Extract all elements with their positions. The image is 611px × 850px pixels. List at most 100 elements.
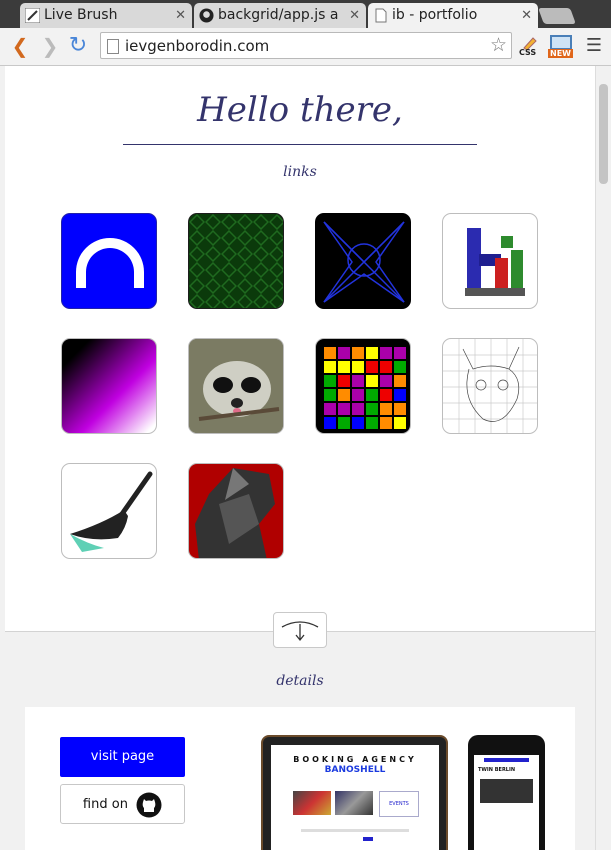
tile-color-grid[interactable]	[315, 338, 411, 434]
mock-image-1	[293, 791, 331, 815]
tab-close-icon[interactable]: ✕	[521, 3, 532, 28]
bookmark-star-icon[interactable]: ☆	[490, 34, 507, 56]
grid-cell	[324, 403, 336, 415]
phone-screen: TWIN BERLIN	[474, 755, 539, 850]
grid-cell	[324, 361, 336, 373]
grid-cell	[352, 403, 364, 415]
grid-cell	[394, 417, 406, 429]
tile-sketch-cat[interactable]	[442, 338, 538, 434]
reload-icon[interactable]: ↻	[66, 34, 90, 58]
tab-strip: Live Brush ✕ backgrid/app.js a ✕ ib - po…	[0, 0, 611, 28]
scrollbar-thumb[interactable]	[599, 84, 608, 184]
visit-page-button[interactable]: visit page	[60, 737, 185, 777]
mock-phone-text: TWIN BERLIN	[478, 767, 516, 773]
mock-phone-bar	[484, 758, 529, 762]
page-title: Hello there,	[197, 90, 403, 130]
tab-title: Live Brush	[44, 7, 118, 23]
grid-cell	[324, 417, 336, 429]
tile-star-lines[interactable]	[315, 213, 411, 309]
tab-close-icon[interactable]: ✕	[175, 3, 186, 28]
hi-3d-logo-icon	[465, 228, 525, 296]
links-heading: links	[283, 164, 317, 180]
forward-icon[interactable]: ❯	[38, 34, 62, 58]
grid-cell	[380, 347, 392, 359]
grid-cell	[352, 361, 364, 373]
new-tab-button[interactable]	[538, 8, 576, 24]
sketch-cat-icon	[443, 339, 537, 433]
poly-figure-icon	[195, 468, 275, 558]
grid-cell	[380, 375, 392, 387]
details-toggle-button[interactable]	[273, 612, 327, 648]
css-extension-button[interactable]: CSS	[518, 34, 540, 62]
address-bar[interactable]: ievgenborodin.com ☆	[100, 32, 512, 59]
tab-title: ib - portfolio	[392, 7, 478, 23]
tab-title: backgrid/app.js a	[218, 7, 339, 23]
tile-hi-3d[interactable]	[442, 213, 538, 309]
tile-live-brush[interactable]	[61, 463, 157, 559]
details-heading: details	[276, 673, 324, 689]
tab-portfolio[interactable]: ib - portfolio ✕	[368, 3, 538, 28]
raccoon-photo-icon	[189, 339, 283, 433]
laptop-screen: BOOKING AGENCY BANOSHELL EVENTS	[271, 745, 439, 850]
tile-raccoon[interactable]	[188, 338, 284, 434]
github-link-label: find on	[82, 797, 128, 812]
github-favicon-icon	[199, 8, 214, 23]
grid-cell	[366, 417, 378, 429]
tile-green-pattern[interactable]	[188, 213, 284, 309]
grid-cell	[380, 417, 392, 429]
grid-cell	[366, 347, 378, 359]
tile-half-circle[interactable]	[61, 213, 157, 309]
grid-cell	[394, 389, 406, 401]
browser-toolbar: ❮ ❯ ↻ ievgenborodin.com ☆ CSS NEW ☰	[0, 28, 611, 66]
tab-live-brush[interactable]: Live Brush ✕	[20, 3, 192, 28]
title-divider	[123, 144, 477, 145]
project-details-card: visit page find on BOOKING AGENCY BANOSH…	[25, 707, 575, 850]
half-circle-icon	[76, 238, 144, 288]
phone-mockup: TWIN BERLIN	[468, 735, 545, 850]
color-grid-icon	[324, 347, 406, 429]
grid-cell	[366, 403, 378, 415]
grid-cell	[366, 361, 378, 373]
back-icon[interactable]: ❮	[8, 34, 32, 58]
menu-icon[interactable]: ☰	[582, 34, 606, 58]
github-link-button[interactable]: find on	[60, 784, 185, 824]
grid-cell	[394, 361, 406, 373]
mock-phone-image	[480, 779, 533, 803]
url-text: ievgenborodin.com	[125, 37, 270, 55]
grid-cell	[380, 389, 392, 401]
grid-cell	[352, 375, 364, 387]
grid-cell	[394, 375, 406, 387]
grid-cell	[352, 389, 364, 401]
brush-favicon-icon	[25, 8, 40, 23]
scrollbar[interactable]	[595, 66, 611, 850]
grid-cell	[338, 375, 350, 387]
grid-cell	[324, 389, 336, 401]
tab-close-icon[interactable]: ✕	[349, 3, 360, 28]
mock-heading: BOOKING AGENCY	[293, 755, 417, 764]
tile-gradient[interactable]	[61, 338, 157, 434]
mock-button	[363, 837, 373, 841]
star-lines-icon	[323, 221, 405, 303]
grid-cell	[338, 417, 350, 429]
grid-cell	[324, 375, 336, 387]
grid-cell	[338, 347, 350, 359]
tile-poly-art[interactable]	[188, 463, 284, 559]
grid-cell	[338, 389, 350, 401]
tab-backgrid[interactable]: backgrid/app.js a ✕	[194, 3, 366, 28]
laptop-mockup: BOOKING AGENCY BANOSHELL EVENTS	[261, 735, 448, 850]
links-section: Hello there, links	[5, 66, 595, 632]
mock-image-2	[335, 791, 373, 815]
grid-cell	[394, 347, 406, 359]
github-icon	[136, 792, 162, 817]
new-extension-button[interactable]: NEW	[548, 34, 574, 62]
page-icon	[107, 39, 119, 54]
new-badge: NEW	[548, 49, 573, 58]
arrow-down-icon	[281, 621, 319, 642]
mock-text-line	[301, 829, 409, 832]
diamond-pattern-icon	[189, 214, 283, 308]
grid-cell	[380, 403, 392, 415]
grid-cell	[352, 417, 364, 429]
page-viewport: Hello there, links details visit page fi…	[5, 66, 595, 850]
page-favicon-icon	[375, 8, 387, 23]
grid-cell	[338, 403, 350, 415]
